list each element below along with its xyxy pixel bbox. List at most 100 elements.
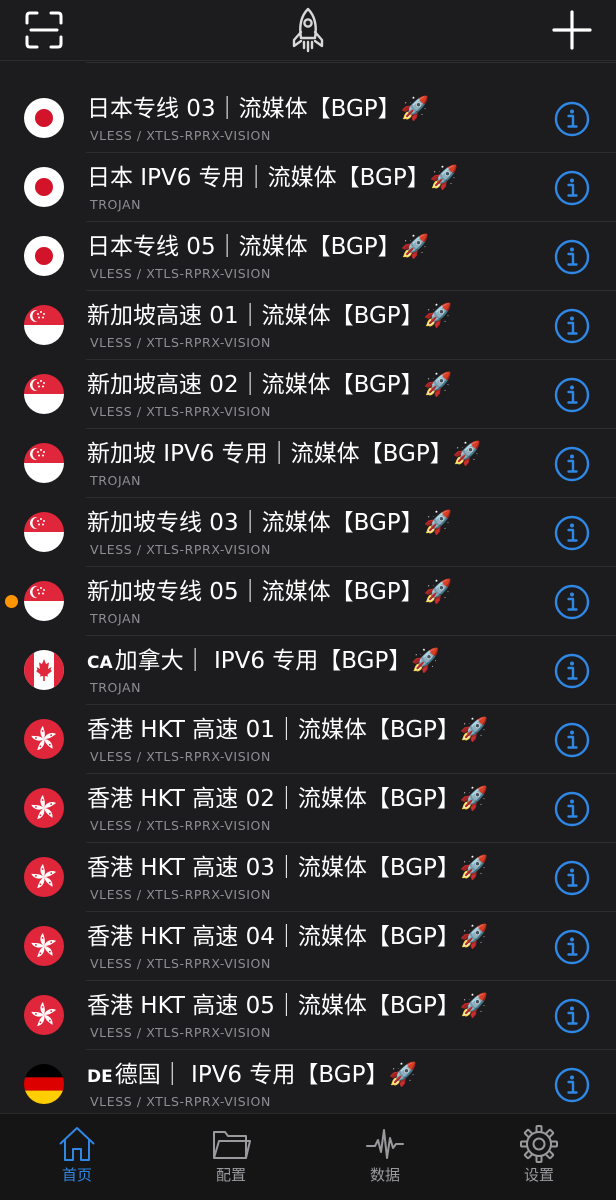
server-name-text: 新加坡专线 03｜流媒体【BGP】🚀 [87, 510, 453, 536]
add-button[interactable] [542, 0, 602, 60]
server-protocol: VLESS / XTLS-RPRX-VISION [90, 266, 271, 281]
server-row[interactable]: 香港 HKT 高速 02｜流媒体【BGP】🚀 VLESS / XTLS-RPRX-… [0, 774, 616, 843]
info-icon[interactable] [554, 791, 590, 827]
server-name-text: 香港 HKT 高速 02｜流媒体【BGP】🚀 [87, 786, 489, 812]
tab-home[interactable]: 首页 [0, 1114, 154, 1200]
server-row[interactable]: DE德国｜ IPV6 专用【BGP】🚀 VLESS / XTLS-RPRX-VIS… [0, 1050, 616, 1113]
info-icon[interactable] [554, 929, 590, 965]
server-protocol: VLESS / XTLS-RPRX-VISION [90, 1025, 271, 1040]
server-row[interactable]: 新加坡高速 02｜流媒体【BGP】🚀 VLESS / XTLS-RPRX-VISI… [0, 360, 616, 429]
top-bar [0, 0, 616, 61]
server-protocol: VLESS / XTLS-RPRX-VISION [90, 128, 271, 143]
scan-button[interactable] [14, 0, 74, 60]
server-protocol: VLESS / XTLS-RPRX-VISION [90, 887, 271, 902]
flag-sg-icon [24, 443, 64, 483]
region-code: CA [87, 653, 113, 673]
tab-activity[interactable]: 数据 [308, 1114, 462, 1200]
tab-bar: 首页 配置 数据 设置 [0, 1113, 616, 1200]
rocket-button[interactable] [278, 0, 338, 60]
server-protocol: VLESS / XTLS-RPRX-VISION [90, 956, 271, 971]
server-name: 香港 HKT 高速 01｜流媒体【BGP】🚀 [87, 715, 536, 745]
flag-sg-icon [24, 374, 64, 414]
server-name: 香港 HKT 高速 04｜流媒体【BGP】🚀 [87, 922, 536, 952]
info-icon[interactable] [554, 377, 590, 413]
server-name-text: 新加坡高速 01｜流媒体【BGP】🚀 [87, 303, 453, 329]
server-name-text: 香港 HKT 高速 04｜流媒体【BGP】🚀 [87, 924, 489, 950]
home-icon [57, 1124, 97, 1164]
server-row[interactable]: 香港 HKT 高速 05｜流媒体【BGP】🚀 VLESS / XTLS-RPRX-… [0, 981, 616, 1050]
activity-icon [365, 1124, 405, 1164]
server-row[interactable]: 日本专线 05｜流媒体【BGP】🚀 VLESS / XTLS-RPRX-VISIO… [0, 222, 616, 291]
flag-hk-icon [24, 995, 64, 1035]
tab-folder[interactable]: 配置 [154, 1114, 308, 1200]
server-row[interactable]: 日本专线 03｜流媒体【BGP】🚀 VLESS / XTLS-RPRX-VISIO… [0, 84, 616, 153]
server-row[interactable]: CA加拿大｜ IPV6 专用【BGP】🚀 TROJAN [0, 636, 616, 705]
server-row[interactable]: 香港 HKT 高速 04｜流媒体【BGP】🚀 VLESS / XTLS-RPRX-… [0, 912, 616, 981]
info-icon[interactable] [554, 239, 590, 275]
info-icon[interactable] [554, 860, 590, 896]
server-name: 新加坡高速 01｜流媒体【BGP】🚀 [87, 301, 536, 331]
server-name-text: 新加坡高速 02｜流媒体【BGP】🚀 [87, 372, 453, 398]
server-row[interactable]: 新加坡专线 05｜流媒体【BGP】🚀 TROJAN [0, 567, 616, 636]
server-name: 香港 HKT 高速 02｜流媒体【BGP】🚀 [87, 784, 536, 814]
server-name-text: 香港 HKT 高速 03｜流媒体【BGP】🚀 [87, 855, 489, 881]
info-icon[interactable] [554, 170, 590, 206]
server-row[interactable]: 香港 HKT 高速 03｜流媒体【BGP】🚀 VLESS / XTLS-RPRX-… [0, 843, 616, 912]
server-name: DE德国｜ IPV6 专用【BGP】🚀 [87, 1060, 536, 1092]
server-protocol: TROJAN [90, 680, 142, 695]
server-name-text: 日本专线 03｜流媒体【BGP】🚀 [87, 96, 430, 122]
flag-hk-icon [24, 857, 64, 897]
server-name: 新加坡高速 02｜流媒体【BGP】🚀 [87, 370, 536, 400]
tab-settings[interactable]: 设置 [462, 1114, 616, 1200]
server-protocol: VLESS / XTLS-RPRX-VISION [90, 404, 271, 419]
info-icon[interactable] [554, 308, 590, 344]
server-protocol: VLESS / XTLS-RPRX-VISION [90, 749, 271, 764]
info-icon[interactable] [554, 584, 590, 620]
server-name: 日本专线 05｜流媒体【BGP】🚀 [87, 232, 536, 262]
server-name-text: 日本专线 05｜流媒体【BGP】🚀 [87, 234, 430, 260]
server-name-text: 德国｜ IPV6 专用【BGP】🚀 [114, 1062, 418, 1088]
plus-icon [552, 10, 592, 50]
server-name-text: 新加坡专线 05｜流媒体【BGP】🚀 [87, 579, 453, 605]
flag-jp-icon [24, 167, 64, 207]
server-row[interactable]: 新加坡 IPV6 专用｜流媒体【BGP】🚀 TROJAN [0, 429, 616, 498]
flag-hk-icon [24, 926, 64, 966]
server-protocol: TROJAN [90, 473, 142, 488]
tab-label: 配置 [215, 1166, 246, 1184]
server-protocol: VLESS / XTLS-RPRX-VISION [90, 335, 271, 350]
info-icon[interactable] [554, 515, 590, 551]
server-row[interactable]: 日本 IPV6 专用｜流媒体【BGP】🚀 TROJAN [0, 153, 616, 222]
server-row[interactable]: 新加坡高速 01｜流媒体【BGP】🚀 VLESS / XTLS-RPRX-VISI… [0, 291, 616, 360]
flag-sg-icon [24, 305, 64, 345]
folder-icon [211, 1124, 251, 1164]
server-name: 香港 HKT 高速 03｜流媒体【BGP】🚀 [87, 853, 536, 883]
server-protocol: TROJAN [90, 197, 142, 212]
selected-indicator [5, 595, 18, 608]
info-icon[interactable] [554, 722, 590, 758]
server-row[interactable]: 香港 HKT 高速 01｜流媒体【BGP】🚀 VLESS / XTLS-RPRX-… [0, 705, 616, 774]
flag-jp-icon [24, 98, 64, 138]
server-row[interactable]: 新加坡专线 03｜流媒体【BGP】🚀 VLESS / XTLS-RPRX-VISI… [0, 498, 616, 567]
region-code: DE [87, 1067, 113, 1087]
rocket-icon [292, 7, 324, 53]
settings-icon [519, 1124, 559, 1164]
tab-label: 首页 [61, 1166, 92, 1184]
info-icon[interactable] [554, 998, 590, 1034]
info-icon[interactable] [554, 446, 590, 482]
app-screen: TROJAN 日本专线 03｜流媒体【BGP】🚀 VLESS / XTLS-RPRX… [0, 0, 616, 1200]
server-protocol: VLESS / XTLS-RPRX-VISION [90, 1094, 271, 1109]
info-icon[interactable] [554, 101, 590, 137]
server-list[interactable]: TROJAN 日本专线 03｜流媒体【BGP】🚀 VLESS / XTLS-RPRX… [0, 0, 616, 1113]
flag-jp-icon [24, 236, 64, 276]
server-protocol: VLESS / XTLS-RPRX-VISION [90, 542, 271, 557]
tab-label: 数据 [369, 1166, 400, 1184]
server-name: 香港 HKT 高速 05｜流媒体【BGP】🚀 [87, 991, 536, 1021]
server-name-text: 香港 HKT 高速 05｜流媒体【BGP】🚀 [87, 993, 489, 1019]
server-name: 新加坡专线 03｜流媒体【BGP】🚀 [87, 508, 536, 538]
tab-label: 设置 [523, 1166, 554, 1184]
info-icon[interactable] [554, 1067, 590, 1103]
server-name-text: 香港 HKT 高速 01｜流媒体【BGP】🚀 [87, 717, 489, 743]
server-name-text: 加拿大｜ IPV6 专用【BGP】🚀 [114, 648, 440, 674]
row-divider [86, 62, 616, 63]
info-icon[interactable] [554, 653, 590, 689]
